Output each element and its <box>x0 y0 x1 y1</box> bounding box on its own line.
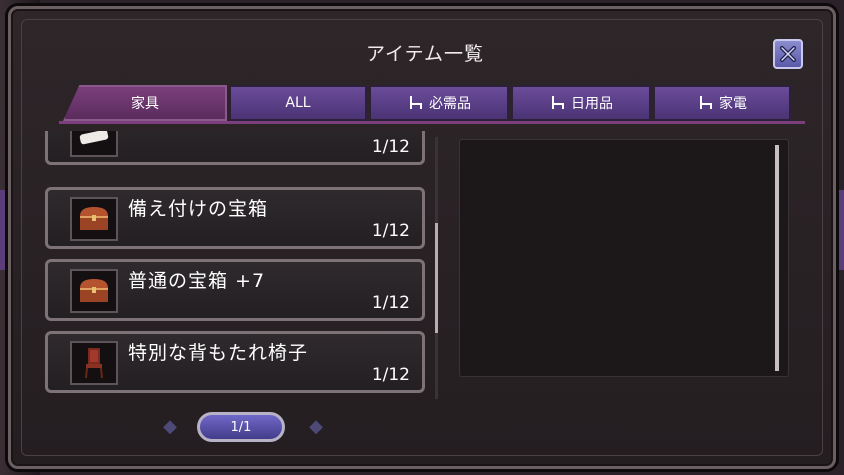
list-scrollbar[interactable] <box>435 137 438 399</box>
list-item[interactable]: 1/12 <box>45 131 425 165</box>
tab-label: 必需品 <box>429 96 471 112</box>
page-label: 1/1 <box>230 419 252 435</box>
item-icon <box>70 197 118 241</box>
item-name: 特別な背もたれ椅子 <box>128 342 309 364</box>
tab-all[interactable]: ALL <box>229 85 367 121</box>
item-count: 1/12 <box>371 293 410 313</box>
close-button[interactable] <box>773 39 803 69</box>
list-item[interactable]: 備え付けの宝箱 1/12 <box>45 187 425 249</box>
window-title: アイテム一覧 <box>365 43 485 65</box>
item-icon <box>70 341 118 385</box>
tab-label: 日用品 <box>571 96 613 112</box>
detail-scrollbar[interactable] <box>775 145 779 371</box>
item-list[interactable]: 1/12 備え付けの宝箱 1/12 普通の宝箱 +7 1/12 特別な背もたれ椅… <box>45 131 431 399</box>
scroll-thumb[interactable] <box>435 223 438 333</box>
page-indicator: 1/1 <box>197 412 285 442</box>
next-page-button[interactable]: ◆ <box>303 417 329 437</box>
item-name: 備え付けの宝箱 <box>128 198 269 220</box>
prev-page-button[interactable]: ◆ <box>157 417 183 437</box>
tabs-underline <box>59 121 805 124</box>
item-detail-pane <box>459 139 789 377</box>
tab-label: 家電 <box>719 96 747 112</box>
item-count: 1/12 <box>371 137 410 157</box>
chair-icon <box>552 96 564 109</box>
pillow-icon <box>79 131 109 145</box>
treasure-chest-icon <box>80 207 108 230</box>
tab-daily-goods[interactable]: 日用品 <box>511 85 651 121</box>
item-name: 普通の宝箱 +7 <box>128 270 266 292</box>
category-tabs: 家具 ALL 必需品 日用品 家電 <box>11 85 839 125</box>
item-icon <box>70 131 118 157</box>
list-item[interactable]: 特別な背もたれ椅子 1/12 <box>45 331 425 393</box>
tab-label: ALL <box>285 95 311 111</box>
arrow-left-icon: ◆ <box>163 416 177 437</box>
tab-necessities[interactable]: 必需品 <box>369 85 509 121</box>
item-count: 1/12 <box>371 365 410 385</box>
item-icon <box>70 269 118 313</box>
treasure-chest-icon <box>80 279 108 302</box>
list-item[interactable]: 普通の宝箱 +7 1/12 <box>45 259 425 321</box>
tab-furniture[interactable]: 家具 <box>63 85 227 121</box>
chair-icon <box>85 348 103 379</box>
close-icon <box>780 46 796 62</box>
arrow-right-icon: ◆ <box>309 416 323 437</box>
item-list-window: アイテム一覧 家具 ALL 必需品 日用品 家電 1/12 備え付けの宝箱 1/… <box>8 6 836 469</box>
chair-icon <box>700 96 712 109</box>
tab-appliances[interactable]: 家電 <box>653 85 791 121</box>
chair-icon <box>410 96 422 109</box>
tab-label: 家具 <box>131 96 159 112</box>
item-count: 1/12 <box>371 221 410 241</box>
